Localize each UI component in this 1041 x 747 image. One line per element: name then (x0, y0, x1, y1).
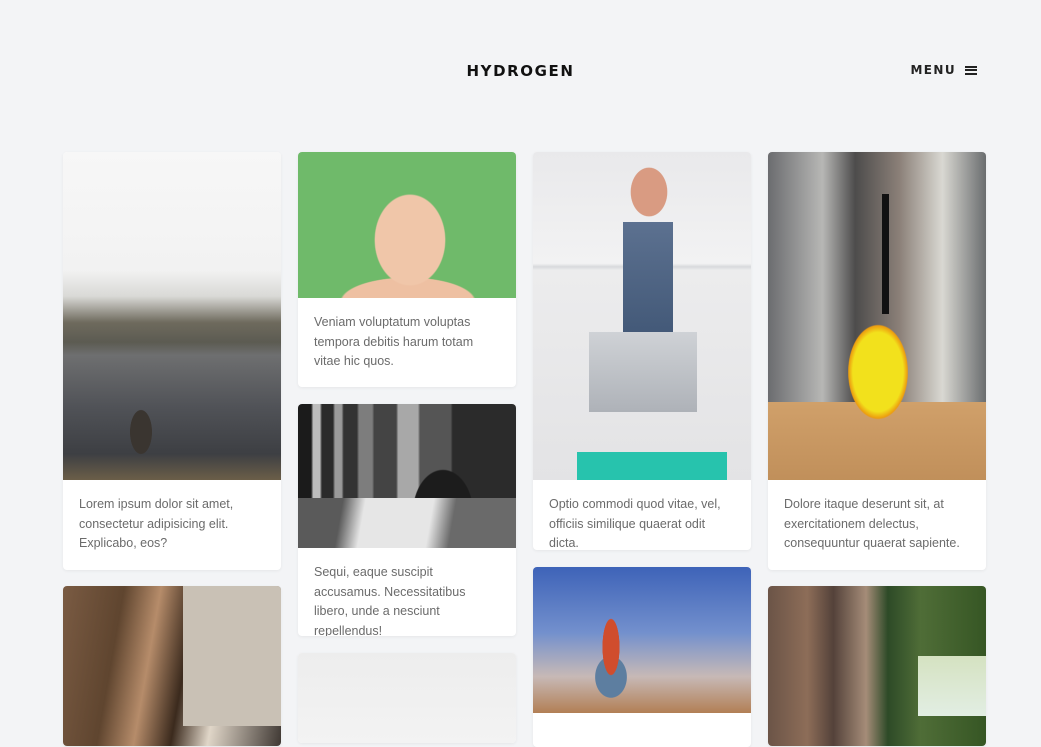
post-image (298, 152, 516, 298)
post-excerpt: Veniam voluptatum voluptas tempora debit… (314, 315, 474, 368)
post-excerpt: Dolore itaque deserunt sit, at exercitat… (784, 497, 960, 550)
menu-label: MENU (910, 63, 956, 77)
post-excerpt: Lorem ipsum dolor sit amet, consectetur … (79, 497, 234, 550)
post-card[interactable]: Lorem ipsum dolor sit amet, consectetur … (63, 152, 281, 570)
post-excerpt: Optio commodi quod vitae, vel, officiis … (549, 497, 721, 550)
post-image (63, 586, 281, 746)
site-logo[interactable]: HYDROGEN (0, 62, 1041, 80)
post-card[interactable]: Sequi, eaque suscipit accusamus. Necessi… (298, 404, 516, 636)
post-card[interactable] (533, 567, 751, 747)
post-image (298, 653, 516, 743)
post-image (63, 152, 281, 480)
post-image (533, 567, 751, 713)
hamburger-icon (965, 65, 977, 75)
post-card[interactable] (298, 653, 516, 743)
post-image (768, 152, 986, 480)
post-card[interactable]: Veniam voluptatum voluptas tempora debit… (298, 152, 516, 387)
post-image (768, 586, 986, 746)
post-card[interactable] (768, 586, 986, 746)
post-card[interactable]: Dolore itaque deserunt sit, at exercitat… (768, 152, 986, 570)
post-excerpt: Sequi, eaque suscipit accusamus. Necessi… (314, 565, 466, 636)
menu-button[interactable]: MENU (910, 63, 977, 77)
post-card[interactable] (63, 586, 281, 746)
post-card[interactable]: Optio commodi quod vitae, vel, officiis … (533, 152, 751, 550)
site-header: HYDROGEN MENU (0, 0, 1041, 140)
post-image (533, 152, 751, 480)
post-image (298, 404, 516, 548)
